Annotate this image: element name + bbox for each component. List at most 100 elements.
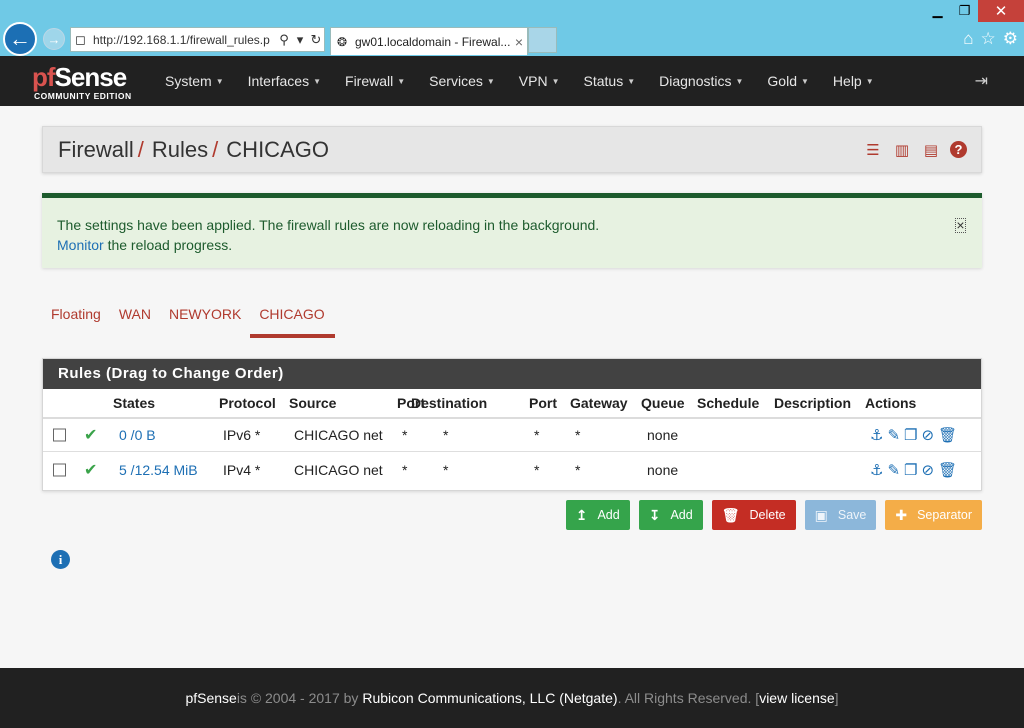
row-select-checkbox[interactable] [53, 463, 66, 476]
address-bar[interactable]: ◻ http://192.168.1.1/firewall_rules.p ⚲ … [70, 27, 325, 52]
nav-gold[interactable]: Gold ▼ [755, 73, 821, 89]
row-source: CHICAGO net [294, 461, 383, 478]
disable-icon[interactable]: ⊘ [921, 426, 934, 444]
add-rule-bottom-button[interactable]: ↧ Add [638, 500, 703, 530]
col-queue[interactable]: Queue [641, 395, 685, 411]
nav-vpn[interactable]: VPN ▼ [507, 73, 572, 89]
caret-down-icon: ▼ [801, 76, 809, 86]
check-icon[interactable]: ✔ [84, 425, 97, 445]
check-icon[interactable]: ✔ [84, 460, 97, 480]
row-gateway: * [575, 427, 581, 443]
close-window-button[interactable]: ✕ [978, 0, 1024, 22]
nav-system[interactable]: System ▼ [153, 73, 236, 89]
caret-down-icon: ▼ [313, 76, 322, 86]
row-states[interactable]: 0 /0 B [119, 427, 156, 443]
row-port: * [402, 427, 408, 443]
view-license-link[interactable]: view license [759, 690, 834, 706]
col-protocol[interactable]: Protocol [219, 395, 276, 411]
search-icon[interactable]: ⚲ [276, 32, 292, 48]
footer-company-link[interactable]: Rubicon Communications, LLC (Netgate) [362, 690, 617, 706]
footer-brand-link[interactable]: pfSense [185, 690, 236, 706]
favorites-star-icon[interactable]: ☆ [981, 29, 996, 49]
log-list-icon[interactable]: ▤ [921, 140, 941, 160]
monitor-link[interactable]: Monitor [57, 237, 104, 253]
copy-icon[interactable]: ❐ [904, 461, 917, 479]
logo-ring: pf [32, 62, 56, 92]
success-alert: The settings have been applied. The fire… [42, 193, 982, 268]
alert-close-icon[interactable]: × [955, 218, 966, 233]
back-button[interactable]: ← [3, 22, 37, 56]
disable-icon[interactable]: ⊘ [921, 461, 934, 479]
row-gateway: * [575, 461, 581, 478]
home-icon[interactable]: ⌂ [963, 29, 973, 49]
col-schedule[interactable]: Schedule [697, 395, 759, 411]
trash-icon[interactable]: 🗑 [938, 426, 957, 444]
row-dest-port: * [534, 427, 540, 443]
arrow-down-icon: ↧ [648, 506, 661, 523]
nav-help[interactable]: Help ▼ [821, 73, 886, 89]
copy-icon[interactable]: ❐ [904, 426, 917, 444]
new-tab-button[interactable] [528, 27, 557, 53]
row-states[interactable]: 5 /12.54 MiB [119, 462, 198, 478]
pfsense-logo[interactable]: pfSense COMMUNITY EDITION [32, 62, 144, 102]
table-row[interactable]: ✔ 5 /12.54 MiB IPv4 * CHICAGO net * * * … [43, 452, 981, 487]
logout-icon[interactable]: ⇥ [975, 71, 988, 91]
tab-floating[interactable]: Floating [42, 298, 110, 338]
main-menu: System ▼ Interfaces ▼ Firewall ▼ Services ▼ … [153, 56, 886, 106]
rules-table: States Protocol Source Port Destination … [43, 389, 981, 487]
forward-button[interactable]: → [43, 28, 65, 50]
nav-firewall[interactable]: Firewall ▼ [333, 73, 417, 89]
col-gateway[interactable]: Gateway [570, 395, 628, 411]
col-description[interactable]: Description [774, 395, 851, 411]
breadcrumb-rules[interactable]: Rules [152, 137, 208, 163]
address-url[interactable]: http://192.168.1.1/firewall_rules.p [93, 33, 276, 47]
row-port: * [402, 461, 408, 478]
tab-chicago[interactable]: CHICAGO [250, 298, 335, 338]
col-states[interactable]: States [113, 395, 155, 411]
arrow-right-icon: → [47, 31, 61, 47]
refresh-icon[interactable]: ↻ [308, 32, 324, 48]
window-controls: ▁ ❐ ✕ [924, 0, 1024, 22]
tab-wan[interactable]: WAN [110, 298, 160, 338]
nav-services[interactable]: Services ▼ [417, 73, 507, 89]
table-row[interactable]: ✔ 0 /0 B IPv6 * CHICAGO net * * * * none… [43, 419, 981, 452]
pencil-icon[interactable]: ✎ [887, 461, 900, 479]
col-dest-port[interactable]: Port [529, 395, 557, 411]
trash-icon[interactable]: 🗑 [938, 461, 957, 479]
bar-chart-icon[interactable]: ▥ [892, 140, 912, 160]
logo-text: Sense [54, 62, 128, 92]
add-rule-top-button[interactable]: ↥ Add [565, 500, 630, 530]
tab-close-icon[interactable]: × [511, 34, 527, 50]
dropdown-icon[interactable]: ▾ [292, 32, 308, 48]
rule-actions-bar: ↥ Add ↧ Add 🗑 Delete ▣ Save ✚ Separator [565, 500, 982, 530]
browser-tab[interactable]: ❂ gw01.localdomain - Firewal... × [330, 27, 528, 55]
minimize-button[interactable]: ▁ [924, 0, 951, 22]
delete-button[interactable]: 🗑 Delete [711, 500, 796, 530]
breadcrumb-separator: / [212, 136, 219, 162]
nav-status[interactable]: Status ▼ [572, 73, 648, 89]
save-icon: ▣ [814, 506, 828, 523]
maximize-button[interactable]: ❐ [951, 0, 978, 22]
caret-down-icon: ▼ [551, 76, 560, 86]
breadcrumb-current: CHICAGO [226, 136, 329, 162]
col-destination[interactable]: Destination [411, 395, 487, 411]
row-select-checkbox[interactable] [53, 428, 66, 442]
anchor-icon[interactable]: ⚓ [870, 461, 883, 479]
anchor-icon[interactable]: ⚓ [870, 426, 883, 444]
tab-newyork[interactable]: NEWYORK [160, 298, 250, 338]
save-button[interactable]: ▣ Save [804, 500, 877, 530]
help-icon[interactable]: ? [950, 141, 967, 158]
pencil-icon[interactable]: ✎ [887, 426, 900, 444]
nav-diagnostics[interactable]: Diagnostics ▼ [647, 73, 755, 89]
breadcrumb-firewall[interactable]: Firewall [58, 137, 134, 163]
settings-gear-icon[interactable]: ⚙ [1003, 29, 1018, 49]
info-icon[interactable]: i [51, 550, 70, 569]
browser-toolbar-icons: ⌂ ☆ ⚙ [963, 29, 1018, 49]
caret-down-icon: ▼ [215, 76, 224, 86]
col-source[interactable]: Source [289, 395, 336, 411]
nav-interfaces[interactable]: Interfaces ▼ [236, 73, 333, 89]
caret-down-icon: ▼ [735, 76, 744, 86]
sliders-icon[interactable]: ☰ [863, 140, 883, 160]
interface-tabs: Floating WAN NEWYORK CHICAGO [42, 298, 335, 338]
separator-button[interactable]: ✚ Separator [885, 500, 982, 530]
